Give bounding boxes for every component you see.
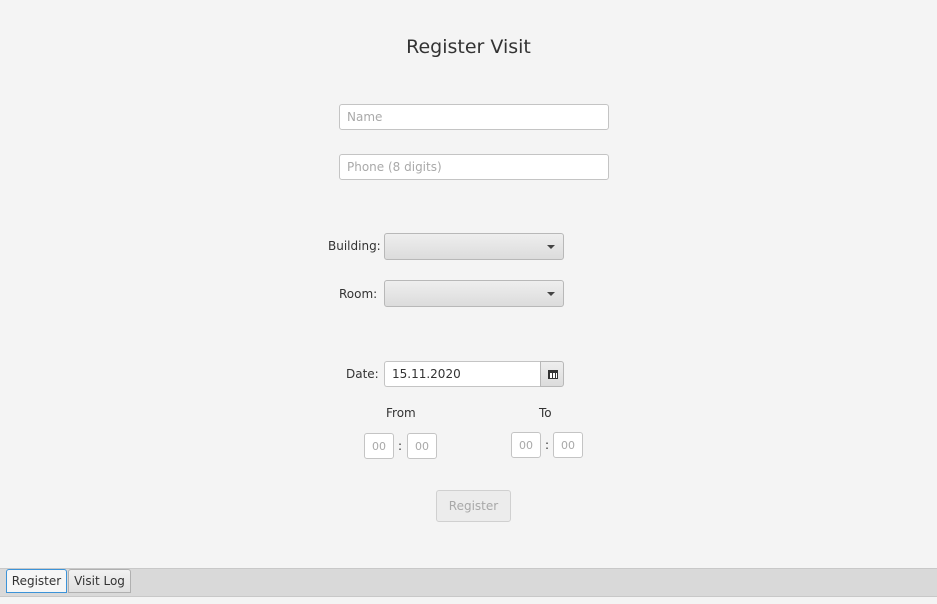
date-input[interactable] — [384, 361, 540, 387]
room-combobox[interactable] — [384, 280, 564, 307]
chevron-down-icon — [547, 245, 555, 249]
to-minute-input[interactable] — [553, 432, 583, 458]
date-label: Date: — [346, 367, 379, 381]
from-minute-input[interactable] — [407, 433, 437, 459]
tab-visit-log[interactable]: Visit Log — [68, 569, 131, 593]
to-label: To — [539, 406, 552, 420]
tab-bar: Register Visit Log — [0, 568, 937, 597]
name-input[interactable] — [339, 104, 609, 130]
phone-input[interactable] — [339, 154, 609, 180]
to-colon: : — [545, 438, 550, 452]
window-bottom-edge — [0, 597, 937, 604]
room-label: Room: — [339, 287, 378, 301]
from-label: From — [386, 406, 416, 420]
register-button[interactable]: Register — [436, 490, 511, 522]
from-hour-input[interactable] — [364, 433, 394, 459]
page-title: Register Visit — [406, 36, 531, 58]
calendar-icon — [548, 370, 558, 379]
building-label: Building: — [328, 239, 381, 253]
building-combobox[interactable] — [384, 233, 564, 260]
chevron-down-icon — [547, 292, 555, 296]
date-picker-button[interactable] — [540, 361, 564, 387]
date-picker — [384, 361, 564, 387]
from-colon: : — [398, 439, 403, 453]
tab-register[interactable]: Register — [6, 569, 67, 593]
to-hour-input[interactable] — [511, 432, 541, 458]
